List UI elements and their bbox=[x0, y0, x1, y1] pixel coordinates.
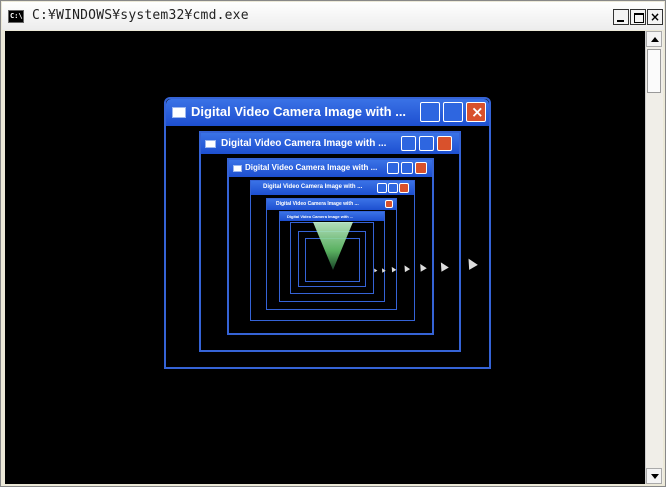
nested-titlebar: Digital Video Camera Image with ... bbox=[267, 199, 396, 210]
video-window-titlebar[interactable]: Digital Video Camera Image with ... × bbox=[166, 99, 489, 126]
nested-title: Digital Video Camera Image with ... bbox=[221, 138, 387, 149]
close-button[interactable]: × bbox=[647, 9, 663, 25]
minimize-icon bbox=[617, 20, 624, 22]
nested-titlebar: Digital Video Camera Image with ... bbox=[280, 212, 384, 221]
scroll-down-arrow-icon[interactable] bbox=[646, 468, 662, 484]
video-maximize-button[interactable] bbox=[443, 102, 463, 122]
nested-titlebar: Digital Video Camera Image with ... bbox=[201, 133, 459, 154]
nested-close-icon bbox=[415, 162, 427, 174]
minimize-button[interactable] bbox=[613, 9, 629, 25]
window-icon bbox=[205, 140, 216, 148]
video-close-button[interactable]: × bbox=[466, 102, 486, 122]
nested-titlebar: Digital Video Camera Image with ... bbox=[229, 160, 432, 177]
nested-maximize-icon bbox=[419, 136, 434, 151]
nested-title: Digital Video Camera Image with ... bbox=[276, 201, 359, 207]
nested-close-icon bbox=[437, 136, 452, 151]
scroll-up-arrow-icon[interactable] bbox=[646, 31, 662, 47]
close-icon: × bbox=[649, 10, 661, 24]
maximize-button[interactable] bbox=[630, 9, 646, 25]
console-icon[interactable]: C:\ bbox=[8, 10, 24, 23]
window-title: C:¥WINDOWS¥system32¥cmd.exe bbox=[32, 8, 249, 23]
nested-minimize-icon bbox=[387, 162, 399, 174]
console-icon-label: C:\ bbox=[10, 12, 23, 20]
nested-maximize-icon bbox=[388, 183, 398, 193]
window-icon bbox=[172, 107, 186, 118]
vertical-scrollbar[interactable] bbox=[645, 31, 663, 484]
video-window-title: Digital Video Camera Image with ... bbox=[191, 104, 407, 119]
nested-title: Digital Video Camera Image with ... bbox=[263, 184, 363, 190]
nested-titlebar: Digital Video Camera Image with ... bbox=[251, 181, 414, 195]
close-icon: × bbox=[471, 103, 484, 121]
video-minimize-button[interactable] bbox=[420, 102, 440, 122]
nested-close-icon bbox=[399, 183, 409, 193]
nested-maximize-icon bbox=[401, 162, 413, 174]
nested-title: Digital Video Camera Image with ... bbox=[287, 214, 354, 219]
scroll-thumb[interactable] bbox=[647, 49, 661, 93]
nested-minimize-icon bbox=[401, 136, 416, 151]
window-icon bbox=[233, 165, 242, 172]
maximize-icon bbox=[634, 13, 644, 23]
cmd-titlebar[interactable]: C:\ C:¥WINDOWS¥system32¥cmd.exe × bbox=[2, 2, 664, 30]
nested-close-icon bbox=[385, 200, 393, 208]
nested-minimize-icon bbox=[377, 183, 387, 193]
nested-title: Digital Video Camera Image with ... bbox=[245, 163, 378, 172]
